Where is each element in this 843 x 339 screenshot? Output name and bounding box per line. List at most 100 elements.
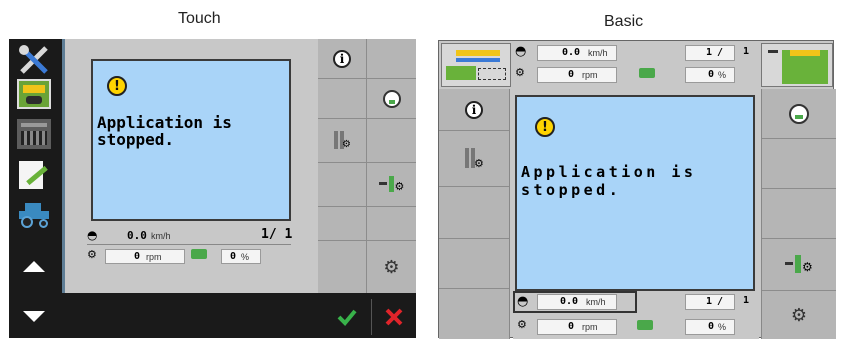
rpm-icon: ⚙: [517, 318, 527, 331]
warning-icon: !: [535, 117, 555, 137]
flow-control-icon: ⚙: [785, 254, 813, 275]
basic-softkey-blank-4[interactable]: [762, 139, 836, 189]
softkey-blank-7[interactable]: [318, 241, 366, 293]
nozzle-settings-button[interactable]: ⚙: [318, 119, 366, 163]
touch-rpm-value: 0: [134, 251, 141, 262]
basic-caption: Basic: [604, 13, 644, 30]
info-button[interactable]: i: [318, 39, 366, 79]
softkey-blank-4[interactable]: [318, 163, 366, 207]
basic-message-screen: ! Application is stopped.: [515, 95, 755, 291]
cancel-button[interactable]: [373, 301, 415, 333]
basic-softkey-blank-1[interactable]: [439, 187, 509, 239]
power-on-button[interactable]: [367, 79, 416, 119]
basic-percent-field-top: 0 %: [685, 67, 735, 83]
basic-message-line-2: stopped.: [521, 181, 622, 199]
report-app-icon[interactable]: [17, 159, 51, 191]
touch-softkey-panel: i ⚙ ⚙ ⚙: [318, 39, 416, 293]
tools-icon[interactable]: [17, 43, 51, 77]
flow-control-button[interactable]: ⚙: [367, 163, 416, 207]
implement-overview-icon[interactable]: [441, 43, 511, 87]
basic-page-num: 1: [706, 296, 713, 307]
scroll-down-icon[interactable]: [23, 311, 45, 322]
power-on-icon: [382, 89, 401, 108]
basic-softkey-blank-3[interactable]: [439, 289, 509, 339]
app-sidebar: [9, 39, 59, 338]
basic-page-total: 1: [743, 295, 750, 306]
confirm-button[interactable]: [325, 301, 369, 333]
basic-percent-unit: %: [718, 322, 727, 332]
touch-terminal: ! Application is stopped. ◓ 0.0 km/h 1/ …: [9, 39, 416, 338]
rpm-icon: ⚙: [87, 248, 97, 261]
softkey-blank-5[interactable]: [318, 207, 366, 241]
basic-speed-field-top: 0.0 km/h: [537, 45, 617, 61]
seeder-app-icon[interactable]: [17, 79, 51, 109]
softkey-blank-6[interactable]: [367, 207, 416, 241]
softkey-blank-1[interactable]: [367, 39, 416, 79]
basic-page-field-top: 1 /: [685, 45, 735, 61]
pump-icon: [639, 68, 655, 78]
touch-work-area: ! Application is stopped. ◓ 0.0 km/h 1/ …: [62, 39, 321, 293]
touch-page-indicator: 1/ 1: [261, 227, 293, 242]
touch-speed-value: 0.0: [127, 229, 147, 242]
message-screen: ! Application is stopped.: [91, 59, 291, 221]
basic-left-softkeys: i ⚙: [439, 89, 510, 339]
basic-softkey-blank-2[interactable]: [439, 239, 509, 289]
basic-settings-button[interactable]: ⚙: [762, 291, 836, 339]
pump-icon: [191, 249, 207, 259]
basic-message-line-1: Application is: [521, 163, 697, 181]
basic-softkey-blank-5[interactable]: [762, 189, 836, 239]
touch-speed-unit: km/h: [151, 231, 171, 241]
basic-bottom-status: ◓ 0.0 km/h 1 / 1 ⚙ 0 rpm 0 %: [513, 291, 759, 339]
basic-terminal: ◓ 0.0 km/h 1 / 1 ⚙ 0 rpm 0 % i ⚙ ! Appli…: [438, 40, 836, 339]
basic-speed-field: 0.0 km/h: [537, 294, 617, 310]
section-map-icon[interactable]: [761, 43, 833, 87]
nozzle-settings-icon: ⚙: [332, 130, 352, 151]
flow-control-icon: ⚙: [378, 175, 405, 194]
power-on-icon: [789, 103, 809, 124]
touch-percent-value: 0: [230, 251, 237, 262]
scroll-up-icon[interactable]: [23, 261, 45, 272]
basic-nozzle-settings-button[interactable]: ⚙: [439, 131, 509, 187]
touch-percent-unit: %: [241, 252, 250, 262]
implement-app-icon[interactable]: [17, 119, 51, 149]
basic-page-field: 1 /: [685, 294, 735, 310]
basic-percent-value-top: 0: [708, 69, 715, 80]
basic-rpm-value: 0: [568, 321, 575, 332]
basic-info-button[interactable]: i: [439, 89, 509, 131]
check-icon: [337, 309, 357, 326]
basic-power-on-button[interactable]: [762, 89, 836, 139]
speed-gauge-icon: ◓: [517, 294, 529, 309]
rpm-icon: ⚙: [515, 66, 525, 79]
softkey-blank-2[interactable]: [318, 79, 366, 119]
touch-rpm-field: 0 rpm: [105, 249, 185, 264]
basic-percent-value: 0: [708, 321, 715, 332]
basic-percent-unit-top: %: [718, 70, 727, 80]
basic-flow-control-button[interactable]: ⚙: [762, 239, 836, 291]
basic-right-softkeys: ⚙ ⚙: [761, 89, 836, 339]
tractor-app-icon[interactable]: [17, 199, 51, 229]
basic-rpm-field: 0 rpm: [537, 319, 617, 335]
nozzle-settings-icon: ⚙: [463, 147, 485, 170]
basic-rpm-value-top: 0: [568, 69, 575, 80]
info-icon: i: [465, 100, 483, 119]
basic-rpm-unit-top: rpm: [582, 70, 598, 80]
touch-rpm-unit: rpm: [146, 252, 162, 262]
basic-speed-value-top: 0.0: [562, 47, 581, 58]
message-line-2: stopped.: [97, 130, 175, 149]
speed-gauge-icon: ◓: [87, 228, 98, 242]
touch-percent-field: 0 %: [221, 249, 261, 264]
speed-gauge-icon: ◓: [515, 44, 527, 59]
pump-icon: [637, 320, 653, 330]
info-icon: i: [333, 49, 351, 68]
basic-rpm-unit: rpm: [582, 322, 598, 332]
softkey-blank-3[interactable]: [367, 119, 416, 163]
gear-icon: ⚙: [790, 304, 808, 326]
basic-percent-field: 0 %: [685, 319, 735, 335]
gear-icon: ⚙: [383, 256, 400, 278]
basic-speed-unit: km/h: [586, 297, 606, 307]
settings-button[interactable]: ⚙: [367, 241, 416, 293]
basic-rpm-field-top: 0 rpm: [537, 67, 617, 83]
close-icon: [385, 308, 403, 326]
basic-page-num-top: 1: [706, 47, 713, 58]
basic-speed-unit-top: km/h: [588, 48, 608, 58]
